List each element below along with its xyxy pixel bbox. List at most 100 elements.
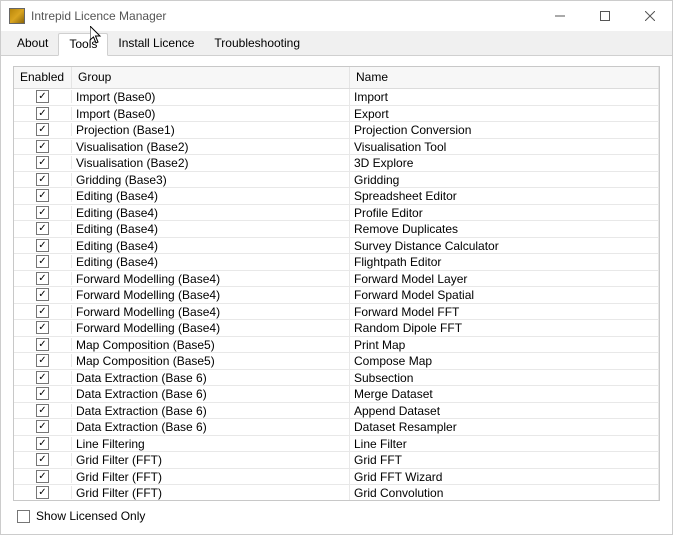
cell-enabled: ✓ xyxy=(14,437,72,450)
col-header-group[interactable]: Group xyxy=(72,67,350,88)
cell-group: Editing (Base4) xyxy=(72,238,350,254)
table-row[interactable]: ✓Gridding (Base3)Gridding xyxy=(14,172,659,189)
table-row[interactable]: ✓Editing (Base4)Flightpath Editor xyxy=(14,254,659,271)
table-row[interactable]: ✓ Visualisation (Base2)3D Explore xyxy=(14,155,659,172)
cell-group: Data Extraction (Base 6) xyxy=(72,419,350,435)
table-row[interactable]: ✓Editing (Base4)Spreadsheet Editor xyxy=(14,188,659,205)
table-row[interactable]: ✓Data Extraction (Base 6)Merge Dataset xyxy=(14,386,659,403)
enabled-checkbox[interactable]: ✓ xyxy=(36,486,49,499)
cell-group: Grid Filter (FFT) xyxy=(72,485,350,500)
enabled-checkbox[interactable]: ✓ xyxy=(36,470,49,483)
enabled-checkbox[interactable]: ✓ xyxy=(36,189,49,202)
enabled-checkbox[interactable]: ✓ xyxy=(36,206,49,219)
cell-enabled: ✓ xyxy=(14,354,72,367)
table-row[interactable]: ✓Forward Modelling (Base4)Forward Model … xyxy=(14,304,659,321)
enabled-checkbox[interactable]: ✓ xyxy=(36,321,49,334)
cell-group: Projection (Base1) xyxy=(72,122,350,138)
table-row[interactable]: ✓Visualisation (Base2)Visualisation Tool xyxy=(14,139,659,156)
cell-name: Import xyxy=(350,89,659,105)
table-row[interactable]: ✓Import (Base0)Import xyxy=(14,89,659,106)
tab-about[interactable]: About xyxy=(7,33,58,55)
enabled-checkbox[interactable]: ✓ xyxy=(36,420,49,433)
table-row[interactable]: ✓ Editing (Base4)Remove Duplicates xyxy=(14,221,659,238)
show-licensed-only-checkbox[interactable] xyxy=(17,510,30,523)
cell-group: Map Composition (Base5) xyxy=(72,353,350,369)
cell-enabled: ✓ xyxy=(14,272,72,285)
enabled-checkbox[interactable]: ✓ xyxy=(36,354,49,367)
table-row[interactable]: ✓Editing (Base4)Profile Editor xyxy=(14,205,659,222)
table-row[interactable]: ✓ Editing (Base4)Survey Distance Calculat… xyxy=(14,238,659,255)
enabled-checkbox[interactable]: ✓ xyxy=(36,437,49,450)
cell-name: Survey Distance Calculator xyxy=(350,238,659,254)
cell-enabled: ✓ xyxy=(14,321,72,334)
table-row[interactable]: ✓Projection (Base1)Projection Conversion xyxy=(14,122,659,139)
enabled-checkbox[interactable]: ✓ xyxy=(36,173,49,186)
cell-group: Editing (Base4) xyxy=(72,188,350,204)
maximize-button[interactable] xyxy=(582,1,627,31)
table-row[interactable]: ✓Line FilteringLine Filter xyxy=(14,436,659,453)
grid-header: Enabled Group Name xyxy=(14,67,659,89)
cell-name: Visualisation Tool xyxy=(350,139,659,155)
table-row[interactable]: ✓Grid Filter (FFT)Grid FFT xyxy=(14,452,659,469)
grid-body[interactable]: ✓Import (Base0)Import✓Import (Base0)Expo… xyxy=(14,89,659,500)
footer: Show Licensed Only xyxy=(13,501,660,525)
enabled-checkbox[interactable]: ✓ xyxy=(36,255,49,268)
table-row[interactable]: ✓Forward Modelling (Base4)Random Dipole … xyxy=(14,320,659,337)
enabled-checkbox[interactable]: ✓ xyxy=(36,404,49,417)
enabled-checkbox[interactable]: ✓ xyxy=(36,338,49,351)
cell-enabled: ✓ xyxy=(14,470,72,483)
col-header-name[interactable]: Name xyxy=(350,67,659,88)
cell-name: Compose Map xyxy=(350,353,659,369)
cell-name: Remove Duplicates xyxy=(350,221,659,237)
cell-group: Editing (Base4) xyxy=(72,221,350,237)
cell-enabled: ✓ xyxy=(14,338,72,351)
enabled-checkbox[interactable]: ✓ xyxy=(36,90,49,103)
cell-enabled: ✓ xyxy=(14,387,72,400)
enabled-checkbox[interactable]: ✓ xyxy=(36,222,49,235)
cell-enabled: ✓ xyxy=(14,90,72,103)
table-row[interactable]: ✓Data Extraction (Base 6)Subsection xyxy=(14,370,659,387)
enabled-checkbox[interactable]: ✓ xyxy=(36,140,49,153)
tools-grid: Enabled Group Name ✓Import (Base0)Import… xyxy=(13,66,660,501)
enabled-checkbox[interactable]: ✓ xyxy=(36,387,49,400)
cell-name: 3D Explore xyxy=(350,155,659,171)
cell-name: Grid FFT Wizard xyxy=(350,469,659,485)
cell-name: Forward Model FFT xyxy=(350,304,659,320)
table-row[interactable]: ✓Grid Filter (FFT)Grid FFT Wizard xyxy=(14,469,659,486)
close-button[interactable] xyxy=(627,1,672,31)
enabled-checkbox[interactable]: ✓ xyxy=(36,272,49,285)
col-header-enabled[interactable]: Enabled xyxy=(14,67,72,88)
table-row[interactable]: ✓Forward Modelling (Base4)Forward Model … xyxy=(14,271,659,288)
cell-name: Random Dipole FFT xyxy=(350,320,659,336)
app-icon xyxy=(9,8,25,24)
cell-group: Data Extraction (Base 6) xyxy=(72,403,350,419)
cell-group: Forward Modelling (Base4) xyxy=(72,271,350,287)
tab-tools[interactable]: Tools xyxy=(58,33,108,56)
enabled-checkbox[interactable]: ✓ xyxy=(36,156,49,169)
table-row[interactable]: ✓Map Composition (Base5)Print Map xyxy=(14,337,659,354)
table-row[interactable]: ✓ Grid Filter (FFT)Grid Convolution xyxy=(14,485,659,500)
enabled-checkbox[interactable]: ✓ xyxy=(36,453,49,466)
table-row[interactable]: ✓ Map Composition (Base5)Compose Map xyxy=(14,353,659,370)
table-row[interactable]: ✓ Forward Modelling (Base4)Forward Model … xyxy=(14,287,659,304)
enabled-checkbox[interactable]: ✓ xyxy=(36,371,49,384)
tab-install-licence[interactable]: Install Licence xyxy=(108,33,204,55)
cell-name: Forward Model Spatial xyxy=(350,287,659,303)
cell-group: Visualisation (Base2) xyxy=(72,155,350,171)
cell-name: Print Map xyxy=(350,337,659,353)
enabled-checkbox[interactable]: ✓ xyxy=(36,305,49,318)
cell-group: Gridding (Base3) xyxy=(72,172,350,188)
enabled-checkbox[interactable]: ✓ xyxy=(36,288,49,301)
enabled-checkbox[interactable]: ✓ xyxy=(36,239,49,252)
cell-name: Grid Convolution xyxy=(350,485,659,500)
enabled-checkbox[interactable]: ✓ xyxy=(36,123,49,136)
cell-group: Forward Modelling (Base4) xyxy=(72,287,350,303)
cell-name: Merge Dataset xyxy=(350,386,659,402)
tab-troubleshooting[interactable]: Troubleshooting xyxy=(204,33,310,55)
table-row[interactable]: ✓Data Extraction (Base 6)Append Dataset xyxy=(14,403,659,420)
table-row[interactable]: ✓Import (Base0)Export xyxy=(14,106,659,123)
table-row[interactable]: ✓Data Extraction (Base 6)Dataset Resampl… xyxy=(14,419,659,436)
enabled-checkbox[interactable]: ✓ xyxy=(36,107,49,120)
cell-enabled: ✓ xyxy=(14,288,72,301)
minimize-button[interactable] xyxy=(537,1,582,31)
